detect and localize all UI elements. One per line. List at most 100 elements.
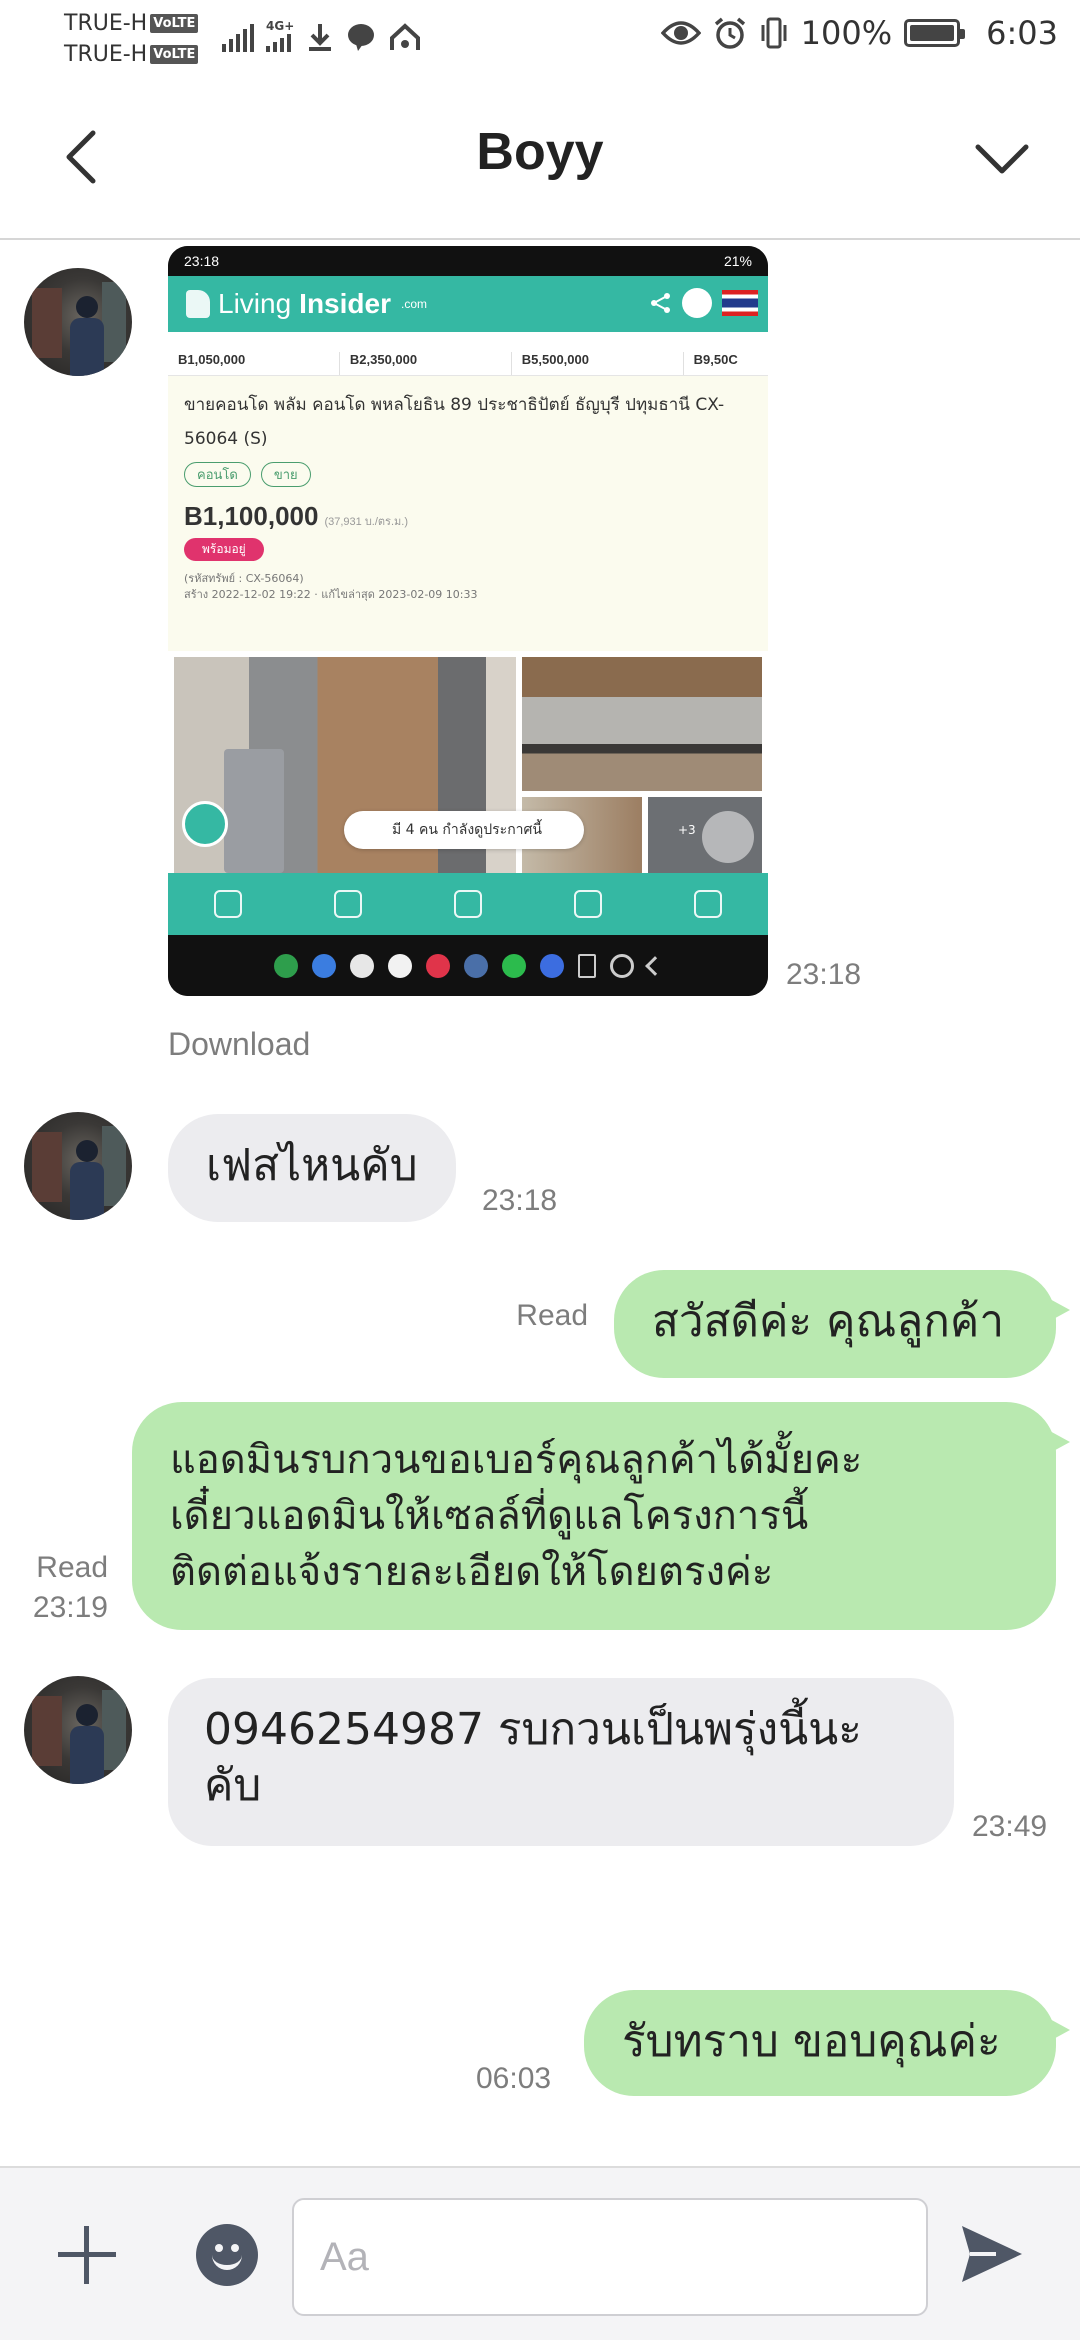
- status-left-icons: 4G+: [222, 18, 422, 52]
- chevron-down-icon: [975, 144, 1029, 174]
- volte-badge: VoLTE: [150, 45, 199, 64]
- music-note-icon: [702, 811, 754, 863]
- carrier-info: TRUE-H VoLTE TRUE-H VoLTE: [64, 8, 199, 70]
- viewers-text: มี 4 คน กำลังดูประกาศนี้: [392, 822, 542, 838]
- listing-ref: (รหัสทรัพย์ : CX-56064): [184, 572, 304, 585]
- incoming-message[interactable]: เฟสไหนคับ: [168, 1114, 456, 1222]
- download-icon: [309, 24, 332, 51]
- message-text: รับทราบ ขอบคุณค่ะ: [622, 2016, 1001, 2067]
- home-icon: [334, 890, 362, 918]
- screenshot-status-bar: 23:18 21%: [168, 246, 768, 276]
- strip-price: B1,050,000: [178, 352, 340, 375]
- volte-badge: VoLTE: [150, 14, 199, 33]
- home-button-icon: [610, 953, 634, 978]
- contact-avatar[interactable]: [24, 1676, 132, 1784]
- vibrate-icon: [761, 17, 787, 49]
- photo-more-count: +3: [678, 823, 696, 837]
- outgoing-message[interactable]: สวัสดีค่ะ คุณลูกค้า: [614, 1270, 1070, 1378]
- heart-icon: [214, 890, 242, 918]
- outgoing-message[interactable]: รับทราบ ขอบคุณค่ะ: [584, 1990, 1070, 2096]
- listing-price-per-sqm: (37,931 บ./ตร.ม.): [324, 516, 408, 528]
- read-label: Read: [36, 1551, 108, 1584]
- message-line: 0946254987 รบกวนเป็นพรุ่งนี้นะ: [204, 1704, 862, 1755]
- screenshot-appbar: Living Insider .com: [168, 276, 768, 332]
- app-icon: [540, 953, 564, 978]
- message-time: 23:18: [482, 1184, 558, 1217]
- listing-meta: (รหัสทรัพย์ : CX-56064) สร้าง 2022-12-02…: [184, 571, 752, 603]
- message-text: เฟสไหนคับ: [206, 1140, 418, 1191]
- app-icon: [426, 953, 450, 978]
- more-list-icon: [694, 890, 722, 918]
- strip-price: B2,350,000: [350, 352, 512, 375]
- status-bar: TRUE-H VoLTE TRUE-H VoLTE 4G+ 100% 6:03: [0, 0, 1080, 78]
- chat-header: Boyy: [0, 78, 1080, 240]
- line-app-icon: [348, 24, 375, 51]
- wifi-hotspot-icon: [390, 23, 421, 50]
- message-line: ติดต่อแจ้งรายละเอียดให้โดยตรงค่ะ: [170, 1549, 774, 1595]
- screenshot-appbar-icons: [650, 288, 758, 318]
- message-time: 06:03: [476, 2062, 552, 2095]
- strip-price: B9,50C: [693, 352, 738, 367]
- agent-club-icon: [454, 890, 482, 918]
- status-clock: 6:03: [986, 14, 1058, 52]
- listing-photos: +3 มี 4 คน กำลังดูประกาศนี้: [168, 651, 768, 873]
- listing-dates: สร้าง 2022-12-02 19:22 · แก้ไขล่าสุด 202…: [184, 588, 478, 601]
- listing-card: ขายคอนโด พลัม คอนโด พหลโยธิน 89 ประชาธิป…: [168, 376, 768, 651]
- thai-flag-icon: [722, 290, 758, 316]
- contact-avatar[interactable]: [24, 268, 132, 376]
- network-type: 4G+: [266, 19, 295, 33]
- share-icon: [651, 293, 670, 313]
- carrier-2: TRUE-H: [64, 42, 148, 67]
- logo-mark-icon: [186, 290, 210, 318]
- contact-avatar[interactable]: [24, 1112, 132, 1220]
- battery-percent: 100%: [800, 14, 893, 52]
- room-photo: [522, 657, 762, 791]
- message-time: 23:18: [786, 958, 862, 991]
- screenshot-tabbar: [168, 873, 768, 935]
- listing-price: B1,100,000 (37,931 บ./ตร.ม.): [184, 501, 752, 532]
- message-line: เดี๋ยวแอดมินให้เซลล์ที่ดูแลโครงการนี้: [170, 1493, 809, 1539]
- screenshot-clock: 23:18: [184, 253, 220, 269]
- message-text: สวัสดีค่ะ คุณลูกค้า: [652, 1296, 1005, 1347]
- message-line: คับ: [204, 1760, 262, 1811]
- message-input[interactable]: [292, 2198, 928, 2316]
- status-right-icons: 100% 6:03: [660, 14, 1058, 52]
- signal-icon-2: [266, 32, 291, 52]
- app-icon: [464, 953, 488, 978]
- chat-title: Boyy: [476, 123, 604, 181]
- download-link[interactable]: Download: [168, 1026, 310, 1063]
- chat-menu-button[interactable]: [968, 126, 1036, 190]
- listing-tag: ขาย: [260, 462, 311, 487]
- send-icon: [962, 2226, 1022, 2282]
- message-time: 23:49: [972, 1810, 1048, 1843]
- logo-text-bold: Insider: [299, 288, 391, 319]
- read-receipt: Read 23:19: [20, 1548, 108, 1628]
- alarm-icon: [714, 17, 745, 49]
- profile-icon: [682, 288, 712, 318]
- read-receipt: Read: [516, 1299, 588, 1332]
- message-line: แอดมินรบกวนขอเบอร์คุณลูกค้าได้มั้ยคะ: [170, 1437, 863, 1483]
- app-icon: [502, 953, 526, 978]
- emoji-icon[interactable]: [196, 2224, 258, 2286]
- back-nav-icon: [645, 955, 665, 976]
- outgoing-message[interactable]: แอดมินรบกวนขอเบอร์คุณลูกค้าได้มั้ยคะ เดี…: [132, 1402, 1070, 1630]
- screenshot-navbar: [168, 935, 768, 996]
- image-message[interactable]: 23:18 21% Living Insider .com B1,050,000 B…: [168, 246, 768, 996]
- eye-icon: [660, 21, 701, 45]
- logo-text: Living: [218, 288, 292, 319]
- carrier-1: TRUE-H: [64, 11, 148, 36]
- logo-suffix: .com: [400, 297, 427, 311]
- plus-icon[interactable]: [54, 2222, 120, 2288]
- app-icon: [350, 953, 374, 978]
- app-icon: [388, 953, 412, 978]
- message-input-bar: [0, 2166, 1080, 2340]
- app-icon: [312, 953, 336, 978]
- screenshot-battery: 21%: [723, 253, 752, 269]
- send-button[interactable]: [956, 2218, 1028, 2290]
- megaphone-icon: [574, 890, 602, 918]
- recents-icon: [578, 953, 596, 978]
- smile-fab-icon: [182, 801, 228, 847]
- battery-icon: [904, 19, 966, 47]
- incoming-message[interactable]: 0946254987 รบกวนเป็นพรุ่งนี้นะ คับ: [168, 1678, 954, 1846]
- screenshot-price-strip: B1,050,000 B2,350,000 B5,500,000 B9,50C: [168, 332, 768, 376]
